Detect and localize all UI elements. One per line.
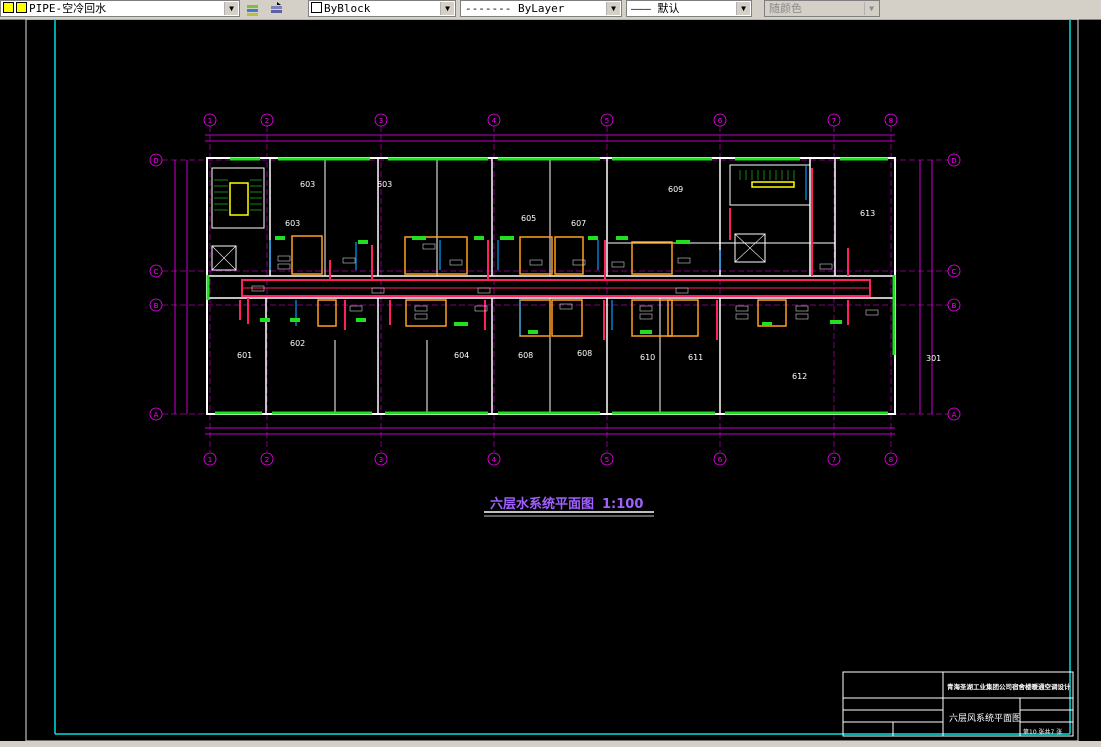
axis-label-col: 2	[265, 117, 269, 125]
room-number: 608	[577, 349, 592, 358]
chevron-down-icon[interactable]: ▼	[736, 2, 750, 15]
room-number: 604	[454, 351, 469, 360]
room-number: 301	[926, 354, 941, 363]
chevron-down-icon[interactable]: ▼	[440, 2, 454, 15]
layer-name: PIPE-空冷回水	[29, 2, 107, 15]
equipment-tag	[795, 313, 809, 320]
layer-previous-icon[interactable]	[268, 1, 286, 17]
equipment-tag	[675, 287, 689, 294]
return-pipes	[269, 165, 807, 335]
stair-treads	[214, 170, 795, 211]
axis-grid-lines	[162, 126, 948, 452]
equipment-tag	[677, 257, 691, 264]
make-layer-current-icon[interactable]	[244, 1, 262, 17]
room-number: 609	[668, 185, 683, 194]
chevron-down-icon[interactable]: ▼	[606, 2, 620, 15]
axis-label-col: 8	[889, 117, 893, 125]
axis-label-col: 6	[718, 456, 723, 464]
properties-toolbar: PIPE-空冷回水 ▼ ByBlock ▼ ------- ByLayer ▼ …	[0, 0, 1101, 20]
axis-label-col: 1	[208, 456, 212, 464]
axis-label-row: D	[153, 157, 158, 165]
equipment-tag	[349, 305, 363, 312]
room-number: 603	[285, 219, 300, 228]
axis-label-row: D	[951, 157, 956, 165]
color-value: ByBlock	[324, 2, 371, 15]
room-number: 603	[377, 180, 392, 189]
equipment-tag	[414, 305, 428, 312]
axis-label-col: 3	[379, 456, 383, 464]
equipment-tag	[422, 243, 436, 250]
dimension-lines	[174, 134, 933, 435]
equipment-tag	[277, 263, 291, 270]
chevron-down-icon: ▼	[864, 2, 878, 15]
drawing-canvas[interactable]: 1 1 2 2 3 3 4 4 5 5 6 6 7 7 8 8 D D C C B B A A 603 6036036…	[0, 19, 1101, 741]
lineweight-value: ——— 默认	[631, 2, 680, 15]
equipment-tag	[477, 287, 491, 294]
axis-label-row: B	[952, 302, 957, 310]
linetype-dropdown[interactable]: ------- ByLayer ▼	[460, 0, 622, 17]
axis-label-row: B	[154, 302, 159, 310]
fan-coil-units	[291, 235, 787, 337]
equipment-tag	[639, 313, 653, 320]
title-block-company: 青海圣湖工业集团公司宿舍楼暖通空调设计	[947, 683, 1071, 691]
chevron-down-icon[interactable]: ▼	[224, 2, 238, 15]
equipment-tag	[819, 263, 833, 270]
drawing-title: 六层水系统平面图	[490, 496, 594, 512]
color-swatch-icon	[311, 2, 322, 13]
axis-label-row: A	[154, 411, 159, 419]
linetype-value: ------- ByLayer	[465, 2, 565, 15]
drawing-title-group: 六层水系统平面图 1:100	[484, 496, 654, 517]
equipment-tag	[277, 255, 291, 262]
equipment-tag	[371, 287, 385, 294]
layer-dropdown[interactable]: PIPE-空冷回水 ▼	[0, 0, 240, 17]
room-number: 611	[688, 353, 703, 362]
room-number: 601	[237, 351, 252, 360]
axis-label-col: 4	[492, 117, 497, 125]
room-number: 603	[300, 180, 315, 189]
axis-label-col: 8	[889, 456, 893, 464]
room-number: 612	[792, 372, 807, 381]
axis-label-col: 2	[265, 456, 269, 464]
axis-label-col: 5	[605, 456, 609, 464]
title-block-sheet-number: 第10 张共7 张	[1023, 729, 1063, 736]
room-number: 610	[640, 353, 655, 362]
equipment-tag	[342, 257, 356, 264]
color-dropdown[interactable]: ByBlock ▼	[308, 0, 456, 17]
title-block-sheet-title: 六层风系统平面图	[949, 714, 1022, 724]
axis-label-col: 1	[208, 117, 212, 125]
lightbulb-icon	[3, 2, 14, 13]
axis-label-row: C	[952, 268, 957, 276]
equipment-tag	[611, 261, 625, 268]
axis-label-row: C	[154, 268, 159, 276]
axis-label-row: A	[952, 411, 957, 419]
lineweight-dropdown[interactable]: ——— 默认 ▼	[626, 0, 752, 17]
equipment-tag	[795, 305, 809, 312]
equipment-tag	[735, 313, 749, 320]
room-number: 605	[521, 214, 536, 223]
plotstyle-dropdown: 随颜色 ▼	[764, 0, 880, 17]
axis-label-col: 3	[379, 117, 383, 125]
axis-label-col: 7	[832, 117, 836, 125]
axis-label-col: 5	[605, 117, 609, 125]
pipe-valves	[260, 236, 842, 334]
plotstyle-value: 随颜色	[769, 2, 802, 15]
equipment-tag	[639, 305, 653, 312]
axis-label-col: 4	[492, 456, 497, 464]
equipment-tag	[865, 309, 879, 316]
axis-label-col: 7	[832, 456, 836, 464]
equipment-tag	[529, 259, 543, 266]
room-number: 608	[518, 351, 533, 360]
room-number: 602	[290, 339, 305, 348]
status-strip	[0, 741, 1101, 747]
equipment-tag	[414, 313, 428, 320]
room-number: 613	[860, 209, 875, 218]
drawing-scale: 1:100	[602, 497, 643, 512]
room-number: 607	[571, 219, 586, 228]
layer-color-icon	[16, 2, 27, 13]
equipment-tag	[735, 305, 749, 312]
axis-label-col: 6	[718, 117, 723, 125]
equipment-tag	[449, 259, 463, 266]
title-block: 青海圣湖工业集团公司宿舍楼暖通空调设计 六层风系统平面图 第10 张共7 张	[843, 672, 1073, 736]
